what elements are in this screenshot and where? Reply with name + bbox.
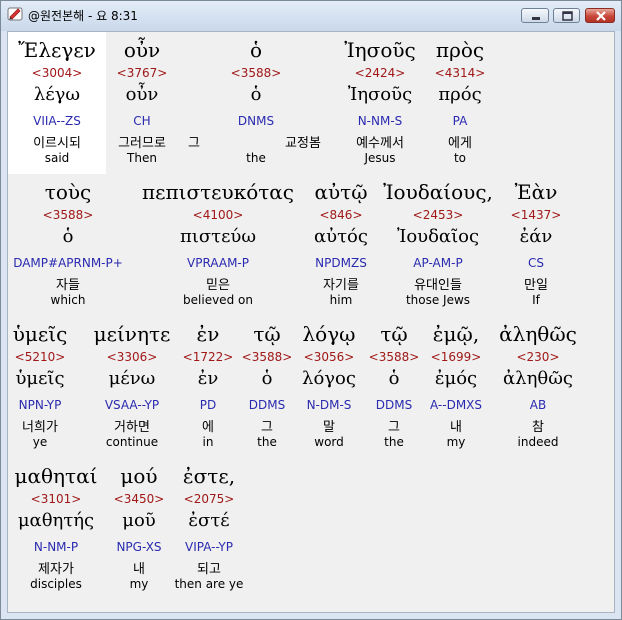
word-cell[interactable]: οὖν <3767> οὖν CH 그러므로 Then	[116, 32, 168, 174]
strongs-number[interactable]: <4314>	[372, 66, 548, 80]
minimize-button[interactable]	[521, 8, 549, 23]
verse-line-3: ὑμεῖς <5210> ὑμεῖς NPN-YP 너희가 ye μείνητε…	[8, 316, 614, 458]
english-gloss: then are ye	[174, 577, 244, 591]
word-cell[interactable]: πρὸς <4314> πρός PA 에게 to	[432, 32, 488, 174]
morphology-code[interactable]: CS	[448, 256, 614, 270]
greek-word: ἀληθῶς	[499, 322, 577, 346]
morphology-code[interactable]: VIPA--YP	[114, 540, 304, 554]
greek-word: Ἐὰν	[514, 180, 558, 204]
english-gloss: to	[453, 151, 467, 165]
korean-gloss: 만일	[524, 278, 548, 293]
book-icon[interactable]	[7, 6, 23, 22]
morphology-code[interactable]: AB	[438, 398, 614, 412]
word-cell[interactable]: Ἐὰν <1437> ἐάν CS 만일 If	[508, 174, 564, 316]
verse-line-2: τοὺς <3588> ὁ DAMP#APRNM-P+ 자들 which πεπ…	[8, 174, 614, 316]
lexical-form: πρός	[438, 84, 482, 105]
title-bar[interactable]: @원전본해 - 요 8:31	[1, 1, 621, 31]
word-cell[interactable]: ἀληθῶς <230> ἀληθῶς AB 참 indeed	[498, 316, 578, 458]
morphology-code[interactable]: PA	[372, 114, 548, 128]
close-button[interactable]	[585, 8, 615, 23]
close-icon	[596, 11, 606, 21]
english-gloss: If	[532, 293, 540, 307]
interlinear-pane: Ἔλεγεν <3004> λέγω VIIA--ZS 이르시되 said οὖ…	[7, 31, 615, 613]
greek-word: ἐστε,	[182, 464, 236, 488]
maximize-icon	[562, 11, 573, 21]
korean-gloss: 참	[532, 420, 544, 435]
english-gloss: indeed	[517, 435, 559, 449]
word-cell[interactable]: ἐστε, <2075> ἐστέ VIPA--YP 되고 then are y…	[174, 458, 244, 600]
window-title: @원전본해 - 요 8:31	[28, 9, 138, 23]
strongs-number[interactable]: <1437>	[448, 208, 614, 222]
verse-line-1: Ἔλεγεν <3004> λέγω VIIA--ZS 이르시되 said οὖ…	[8, 32, 614, 174]
strongs-number[interactable]: <2075>	[114, 492, 304, 506]
greek-word: πρὸς	[435, 38, 485, 62]
korean-gloss: 되고	[197, 562, 221, 577]
lexical-form: ἐστέ	[188, 510, 230, 531]
verse-line-4: μαθηταί <3101> μαθητής N-NM-P 제자가 discip…	[8, 458, 614, 600]
lexical-form: ἐάν	[519, 226, 553, 247]
korean-gloss: 에게	[448, 136, 472, 151]
lexical-form: ἀληθῶς	[503, 368, 573, 389]
maximize-button[interactable]	[553, 8, 580, 23]
strongs-number[interactable]: <230>	[438, 350, 614, 364]
app-window: @원전본해 - 요 8:31 Ἔλεγεν <3004> λέγω VIIA--…	[0, 0, 622, 620]
minimize-icon	[532, 17, 540, 20]
